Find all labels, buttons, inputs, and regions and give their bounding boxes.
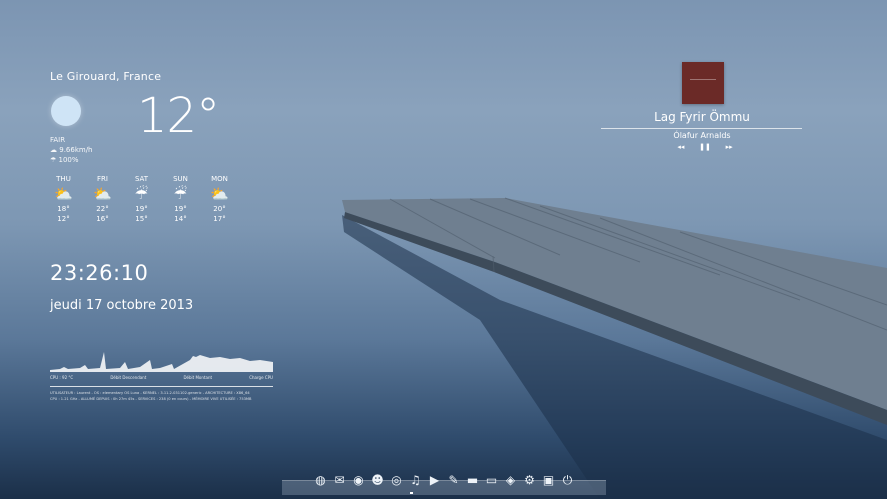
forecast-day: MON ⛅ 20° 17° [200,174,239,224]
wind-speed: 9.66km/h [59,146,93,154]
settings-disc-icon[interactable]: ◎ [389,472,405,488]
forecast-high: 19° [174,205,187,213]
gears-icon[interactable]: ⚙ [522,472,538,488]
forecast-low: 17° [213,215,226,223]
humidity-icon: ☂ [50,156,57,164]
edit-icon[interactable]: ✎ [446,472,462,488]
cpu-load-label: Charge CPU [249,375,273,380]
forecast-day-name: SAT [134,175,149,183]
humidity: 100% [58,156,79,164]
weather-forecast: THU ⛅ 18° 12° FRI ⛅ 22° 16° SAT ☔ 19° 15… [44,174,244,224]
power-icon[interactable]: ⏻ [560,472,576,488]
weather-location: Le Girouard, France [50,70,162,83]
forecast-day-name: MON [211,175,228,183]
folder-icon[interactable]: ▬ [465,472,481,488]
weather-condition: FAIR [50,136,66,144]
clock-time: 23:26:10 [50,261,149,285]
cpu-temp-label: CPU : 92 °C [50,375,74,380]
forecast-day: FRI ⛅ 22° 16° [83,174,122,224]
system-info-line: CPU : 1.21 GHz - ALLUMÉ DEPUIS : 0h 27m … [50,397,252,401]
forecast-low: 15° [135,215,148,223]
forecast-day: SUN ☔ 19° 14° [161,174,200,224]
track-artist: Ólafur Arnalds [673,131,731,140]
spotify-icon[interactable]: ◉ [351,472,367,488]
package-icon[interactable]: ◈ [503,472,519,488]
download-label: Débit Descendant [110,375,147,380]
forecast-day: SAT ☔ 19° 15° [122,174,161,224]
partly-cloudy-icon: ⛅ [93,185,112,203]
player-controls: ◂◂ ❚❚ ▸▸ [670,143,740,151]
contacts-icon[interactable]: ☻ [370,472,386,488]
music-icon[interactable]: ♫ [408,472,424,488]
divider [601,128,802,129]
upload-label: Débit Montant [183,375,213,380]
divider [50,386,273,387]
terminal-icon[interactable]: ▣ [541,472,557,488]
weather-details: FAIR ☁ 9.66km/h ☂ 100% [50,135,93,165]
forecast-low: 12° [57,215,70,223]
previous-icon[interactable]: ◂◂ [677,143,684,151]
forecast-day: THU ⛅ 18° 12° [44,174,83,224]
rain-icon: ☔ [134,185,149,203]
globe-icon[interactable]: ◍ [313,472,329,488]
forecast-high: 19° [135,205,148,213]
forecast-day-name: THU [56,175,71,183]
album-art [682,62,724,104]
clock-date: jeudi 17 octobre 2013 [50,298,194,313]
current-temperature: 12° [137,88,220,144]
wind-icon: ☁ [50,146,57,154]
partly-cloudy-icon: ⛅ [54,185,73,203]
track-title: Lag Fyrir Ömmu [654,110,750,124]
next-icon[interactable]: ▸▸ [726,143,733,151]
active-app-indicator [410,492,413,494]
system-activity-graph [50,352,273,372]
sun-icon [51,96,81,126]
scanner-icon[interactable]: ▭ [484,472,500,488]
forecast-day-name: SUN [173,175,188,183]
forecast-day-name: FRI [97,175,108,183]
forecast-high: 20° [213,205,226,213]
forecast-low: 16° [96,215,109,223]
system-info: UTILISATEUR : Laurent - OS : elementary … [50,390,290,402]
partly-cloudy-icon: ⛅ [210,185,229,203]
dock: ◍ ✉ ◉ ☻ ◎ ♫ ▶ ✎ ▬ ▭ ◈ ⚙ ▣ ⏻ [281,468,607,492]
mail-icon[interactable]: ✉ [332,472,348,488]
forecast-high: 22° [96,205,109,213]
pause-icon[interactable]: ❚❚ [699,143,711,151]
rain-icon: ☔ [173,185,188,203]
forecast-high: 18° [57,205,70,213]
video-icon[interactable]: ▶ [427,472,443,488]
forecast-low: 14° [174,215,187,223]
graph-labels: CPU : 92 °C Débit Descendant Débit Monta… [50,375,273,380]
